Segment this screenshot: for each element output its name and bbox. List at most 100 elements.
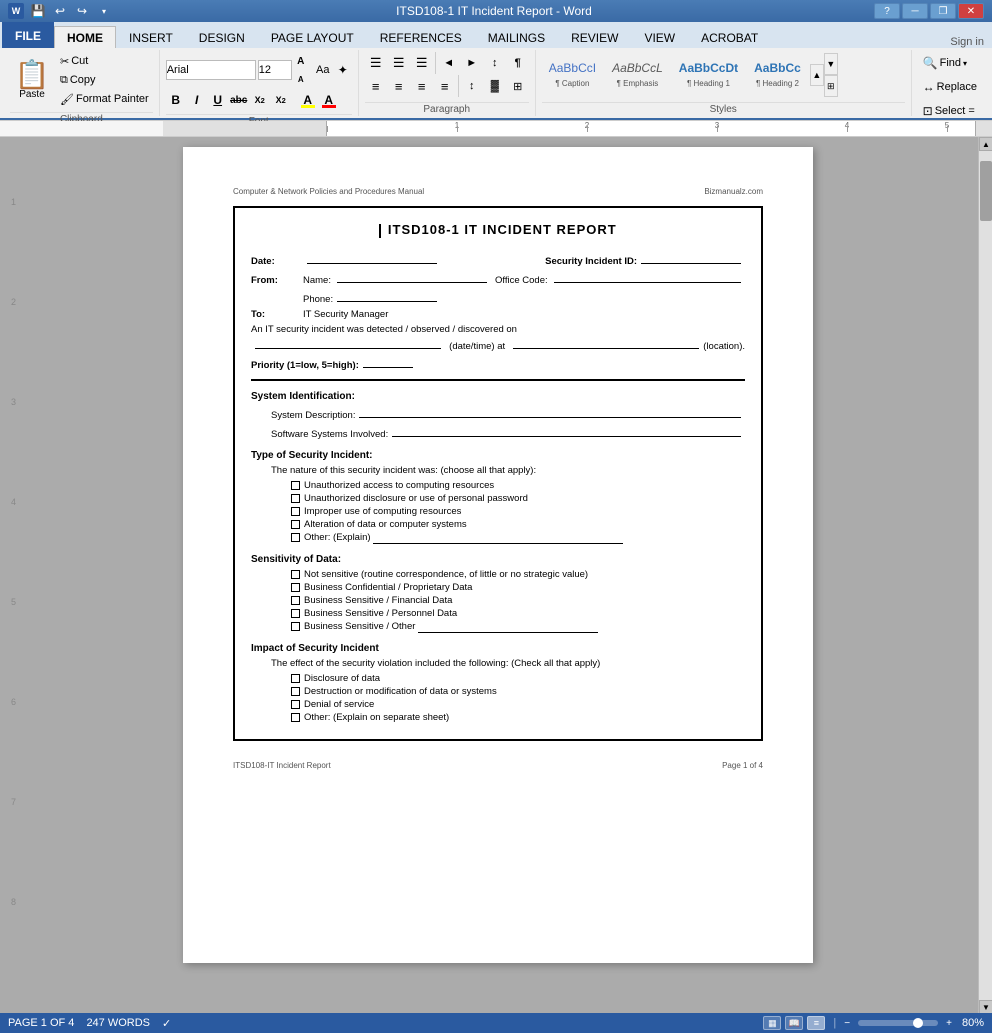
tab-page-layout[interactable]: PAGE LAYOUT xyxy=(258,26,367,48)
shading-button[interactable]: ▓ xyxy=(484,75,506,97)
incident-location-field[interactable] xyxy=(513,337,699,349)
impact-checkbox-3[interactable] xyxy=(291,700,300,709)
tab-review[interactable]: REVIEW xyxy=(558,26,631,48)
strikethrough-button[interactable]: abc xyxy=(229,90,249,110)
replace-button[interactable]: ↔ Replace xyxy=(918,76,982,98)
zoom-out-icon[interactable]: − xyxy=(844,1018,850,1029)
software-field[interactable] xyxy=(392,425,741,437)
multilevel-button[interactable]: ☰ xyxy=(411,52,433,74)
sort-button[interactable]: ↕ xyxy=(484,52,506,74)
impact-checkbox-1[interactable] xyxy=(291,674,300,683)
copy-button[interactable]: ⧉ Copy xyxy=(56,71,153,89)
zoom-slider[interactable] xyxy=(858,1020,938,1026)
sign-in-button[interactable]: Sign in xyxy=(950,36,992,48)
customize-qat-button[interactable]: ▾ xyxy=(94,1,114,21)
help-button[interactable]: ? xyxy=(874,3,900,19)
save-button[interactable]: 💾 xyxy=(28,1,48,21)
tab-mailings[interactable]: MAILINGS xyxy=(475,26,558,48)
font-size-decrease-button[interactable]: A xyxy=(292,70,310,88)
bold-button[interactable]: B xyxy=(166,90,186,110)
name-field[interactable] xyxy=(337,271,487,283)
print-layout-button[interactable]: ▦ xyxy=(763,1016,781,1030)
scroll-up-button[interactable]: ▲ xyxy=(979,137,992,151)
tab-view[interactable]: VIEW xyxy=(631,26,688,48)
style-emphasis[interactable]: AaBbCcL¶ Emphasis xyxy=(605,56,670,94)
cut-button[interactable]: ✂ Cut xyxy=(56,52,153,70)
superscript-button[interactable]: X2 xyxy=(271,90,291,110)
tab-home[interactable]: HOME xyxy=(54,26,116,48)
select-button[interactable]: ⊡ Select = xyxy=(918,100,980,122)
redo-button[interactable]: ↪ xyxy=(72,1,92,21)
impact-checkbox-4[interactable] xyxy=(291,713,300,722)
zoom-in-icon[interactable]: + xyxy=(946,1018,952,1029)
sensitivity-checkbox-5[interactable] xyxy=(291,622,300,631)
styles-scroll-down-button[interactable]: ▼ xyxy=(824,53,838,75)
type-checkbox-2[interactable] xyxy=(291,494,300,503)
bullets-button[interactable]: ☰ xyxy=(365,52,387,74)
show-hide-button[interactable]: ¶ xyxy=(507,52,529,74)
italic-button[interactable]: I xyxy=(187,90,207,110)
tab-acrobat[interactable]: ACROBAT xyxy=(688,26,771,48)
sensitivity-other-field[interactable] xyxy=(418,621,598,633)
phone-field[interactable] xyxy=(337,290,437,302)
office-code-field[interactable] xyxy=(554,271,741,283)
font-color-button[interactable]: A xyxy=(319,90,339,110)
change-case-button[interactable]: Aa xyxy=(314,61,332,79)
type-checkbox-5[interactable] xyxy=(291,533,300,542)
decrease-indent-button[interactable]: ◄ xyxy=(438,52,460,74)
sensitivity-checkbox-4[interactable] xyxy=(291,609,300,618)
restore-button[interactable]: ❐ xyxy=(930,3,956,19)
text-highlight-button[interactable]: A xyxy=(298,90,318,110)
borders-button[interactable]: ⊞ xyxy=(507,75,529,97)
sensitivity-item-1: Not sensitive (routine correspondence, o… xyxy=(291,569,745,580)
font-size-input[interactable] xyxy=(258,60,292,80)
sensitivity-checkbox-1[interactable] xyxy=(291,570,300,579)
minimize-button[interactable]: ─ xyxy=(902,3,928,19)
format-painter-button[interactable]: 🖌 Format Painter xyxy=(56,90,153,108)
numbering-button[interactable]: ☰ xyxy=(388,52,410,74)
styles-expand-button[interactable]: ⊞ xyxy=(824,75,838,97)
system-desc-field[interactable] xyxy=(359,406,741,418)
style-heading1[interactable]: AaBbCcDt¶ Heading 1 xyxy=(672,56,745,94)
date-field[interactable] xyxy=(307,252,437,264)
tab-design[interactable]: DESIGN xyxy=(186,26,258,48)
styles-scroll-up-button[interactable]: ▲ xyxy=(810,64,824,86)
type-checkbox-1[interactable] xyxy=(291,481,300,490)
subscript-button[interactable]: X2 xyxy=(250,90,270,110)
increase-indent-button[interactable]: ► xyxy=(461,52,483,74)
type-checkbox-3[interactable] xyxy=(291,507,300,516)
priority-field[interactable] xyxy=(363,356,413,368)
read-mode-button[interactable]: 📖 xyxy=(785,1016,803,1030)
font-size-increase-button[interactable]: A xyxy=(292,52,310,70)
align-left-button[interactable]: ≡ xyxy=(365,75,387,97)
tab-references[interactable]: REFERENCES xyxy=(367,26,475,48)
line-spacing-button[interactable]: ↕ xyxy=(461,75,483,97)
paste-button[interactable]: 📋 Paste xyxy=(10,56,54,104)
type-checkbox-4[interactable] xyxy=(291,520,300,529)
zoom-thumb[interactable] xyxy=(913,1018,923,1028)
tab-insert[interactable]: INSERT xyxy=(116,26,186,48)
impact-checkbox-2[interactable] xyxy=(291,687,300,696)
scroll-thumb[interactable] xyxy=(980,161,992,221)
impact-label-3: Denial of service xyxy=(304,699,374,710)
close-button[interactable]: ✕ xyxy=(958,3,984,19)
tab-file[interactable]: FILE xyxy=(2,22,54,48)
style-heading2[interactable]: AaBbCc¶ Heading 2 xyxy=(747,56,808,94)
undo-button[interactable]: ↩ xyxy=(50,1,70,21)
other-explain-type-field[interactable] xyxy=(373,532,623,544)
justify-button[interactable]: ≡ xyxy=(434,75,456,97)
underline-button[interactable]: U xyxy=(208,90,228,110)
style-caption[interactable]: AaBbCcI¶ Caption xyxy=(542,56,603,94)
incident-datetime-field[interactable] xyxy=(255,337,441,349)
scroll-down-button[interactable]: ▼ xyxy=(979,1000,992,1014)
sensitivity-checkbox-2[interactable] xyxy=(291,583,300,592)
web-layout-button[interactable]: ≡ xyxy=(807,1016,825,1030)
clear-formatting-button[interactable]: ✦ xyxy=(334,61,352,79)
find-button[interactable]: 🔍 Find ▾ xyxy=(918,52,972,74)
security-id-field[interactable] xyxy=(641,252,741,264)
align-center-button[interactable]: ≡ xyxy=(388,75,410,97)
font-name-input[interactable] xyxy=(166,60,256,80)
sensitivity-checkbox-3[interactable] xyxy=(291,596,300,605)
document-scroll-area[interactable]: Computer & Network Policies and Procedur… xyxy=(18,137,978,1014)
align-right-button[interactable]: ≡ xyxy=(411,75,433,97)
